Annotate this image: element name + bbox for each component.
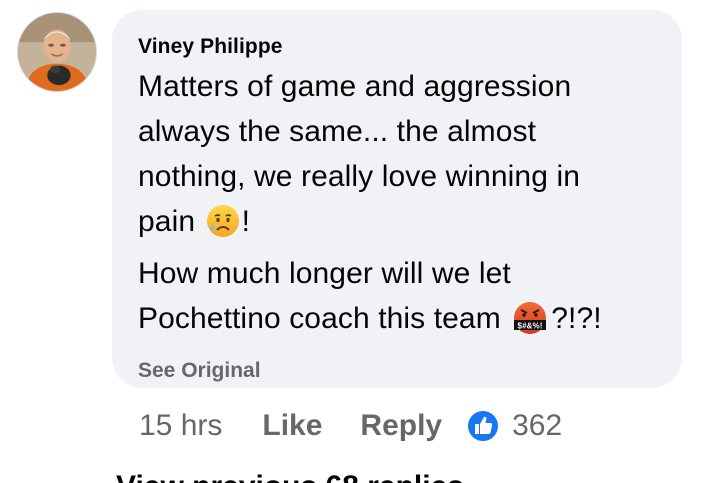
cursing-face-emoji-icon: $#&%!: [511, 301, 549, 348]
cursing-emoji-text: $#&%!: [518, 322, 543, 331]
comment-line: How much longer will we let: [138, 257, 511, 290]
like-button[interactable]: Like: [262, 409, 322, 443]
comment-text: Matters of game and aggression always th…: [138, 64, 656, 348]
comment-line: pain !: [138, 199, 656, 251]
thumbs-up-icon: [466, 409, 501, 443]
reactions-summary[interactable]: 362: [466, 409, 562, 443]
comment-line: nothing, we really love winning in: [138, 160, 580, 193]
author-name[interactable]: Viney Philippe: [138, 34, 656, 60]
avatar[interactable]: [17, 12, 97, 92]
see-original-link[interactable]: See Original: [138, 358, 656, 384]
comment-actions: 15 hrs Like Reply 362: [139, 404, 562, 448]
comment-screen: Viney Philippe Matters of game and aggre…: [0, 0, 720, 483]
comment-line: Matters of game and aggression: [138, 70, 572, 103]
view-previous-replies-link[interactable]: View previous 68 replies: [116, 470, 464, 483]
reply-button[interactable]: Reply: [360, 409, 442, 443]
comment-text-segment: pain: [138, 205, 196, 238]
reaction-count: 362: [512, 409, 563, 442]
comment-text-segment: Pochettino coach this team: [138, 302, 501, 335]
comment-text-segment: ?!?!: [551, 302, 602, 335]
timestamp[interactable]: 15 hrs: [139, 409, 222, 443]
sad-sweat-emoji-icon: [206, 204, 240, 251]
comment-bubble: Viney Philippe Matters of game and aggre…: [112, 10, 682, 388]
avatar-photo: [18, 13, 96, 91]
comment-line: Pochettino coach this team $#&%! ?!?!: [138, 296, 656, 348]
comment-line: always the same... the almost: [138, 115, 537, 148]
comment-text-segment: !: [241, 205, 250, 238]
